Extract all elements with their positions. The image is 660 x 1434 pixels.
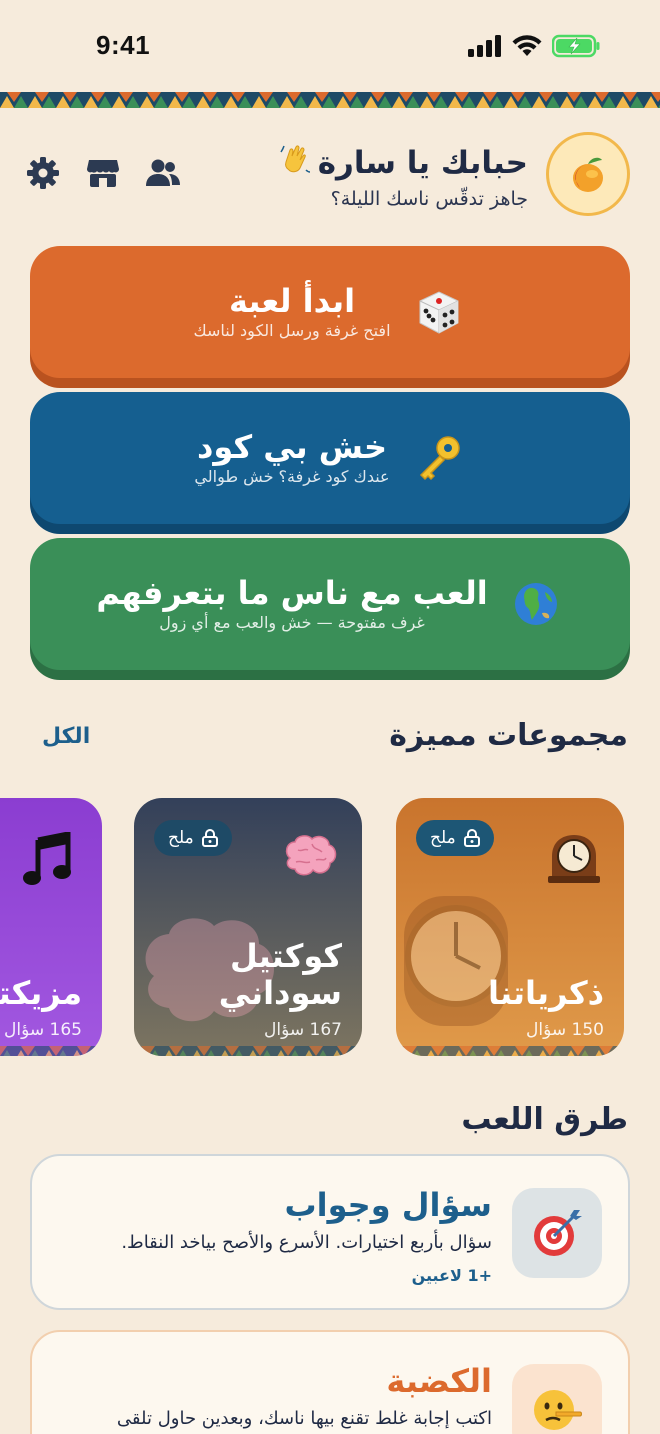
music-icon [23,832,71,885]
brain-icon [285,835,337,876]
badge-label: ملح [168,828,194,848]
decorative-pattern-strip [0,92,660,108]
card-pattern-strip [134,1046,362,1056]
wifi-icon [512,35,542,56]
greeting-title: حبابك يا سارة [278,142,528,184]
status-bar: 9:41 [0,0,660,92]
mode-card-bluff[interactable]: الكضبة اكتب إجابة غلط تقنع بيها ناسك، وب… [30,1330,630,1434]
collection-name: مزيكتنا [0,974,82,1013]
key-icon [410,430,466,486]
play-with-strangers-button[interactable]: العب مع ناس ما بتعرفهم غرف مفتوحة — خش و… [30,538,630,670]
collections-row[interactable]: ملح ذكرياتنا 150 سؤال ملح كوكتيل سوداني … [0,798,660,1068]
status-time: 9:41 [96,30,151,60]
collection-card-music[interactable]: مزيكتنا 165 سؤال [0,798,102,1056]
collection-name: ذكرياتنا [487,974,604,1013]
play-with-strangers-text: العب مع ناس ما بتعرفهم غرف مفتوحة — خش و… [96,573,488,633]
unlock-icon [463,829,480,847]
battery-icon [552,34,600,58]
play-with-strangers-title: العب مع ناس ما بتعرفهم [96,573,488,612]
play-with-strangers-subtitle: غرف مفتوحة — خش والعب مع أي زول [159,613,425,633]
collection-count: 167 سؤال [264,1020,342,1040]
waving-hand-icon [278,142,312,184]
join-with-code-subtitle: عندك كود غرفة؟ خش طوالي [194,467,390,487]
greeting-subtitle: جاهز تدقّس ناسك الليلة؟ [330,188,528,210]
status-icons [468,34,600,58]
avatar[interactable] [546,132,630,216]
collection-card-memories[interactable]: ملح ذكرياتنا 150 سؤال [396,798,624,1056]
dice-icon [411,284,467,340]
collection-name: كوكتيل سوداني [218,937,342,1013]
collection-count: 165 سؤال [4,1020,82,1040]
start-game-title: ابدأ لعبة [228,281,356,320]
collections-title: مجموعات مميزة [389,718,628,753]
card-pattern-strip [0,1046,102,1056]
lying-face-icon [512,1364,602,1434]
see-all-link[interactable]: الكل [42,724,90,749]
mode-description: اكتب إجابة غلط تقنع بيها ناسك، وبعدين حا… [116,1408,492,1429]
target-icon [512,1188,602,1278]
salt-badge: ملح [416,820,494,856]
signal-icon [468,35,501,57]
mode-title: سؤال وجواب [284,1186,492,1224]
store-icon[interactable] [84,154,122,192]
card-pattern-strip [396,1046,624,1056]
mode-title: الكضبة [386,1362,492,1400]
mode-description: سؤال بأربع اختيارات. الأسرع والأصح بياخد… [121,1232,492,1253]
start-game-text: ابدأ لعبة افتح غرفة ورسل الكود لناسك [193,281,391,341]
join-with-code-button[interactable]: خش بي كود عندك كود غرفة؟ خش طوالي [30,392,630,524]
mode-card-quiz[interactable]: سؤال وجواب سؤال بأربع اختيارات. الأسرع و… [30,1154,630,1310]
join-with-code-text: خش بي كود عندك كود غرفة؟ خش طوالي [194,427,390,487]
settings-icon[interactable] [24,154,62,192]
salt-badge: ملح [154,820,232,856]
header-actions [24,154,182,192]
clock-icon [548,835,600,883]
start-game-button[interactable]: ابدأ لعبة افتح غرفة ورسل الكود لناسك [30,246,630,378]
globe-icon [508,576,564,632]
badge-label: ملح [430,828,456,848]
greeting: حبابك يا سارة جاهز تدقّس ناسك الليلة؟ [278,142,528,210]
game-modes-title: طرق اللعب [461,1102,628,1137]
start-game-subtitle: افتح غرفة ورسل الكود لناسك [193,321,391,341]
friends-icon[interactable] [144,154,182,192]
clock-background-art [404,896,508,1026]
mango-icon [573,157,603,192]
join-with-code-title: خش بي كود [196,427,388,466]
collection-count: 150 سؤال [526,1020,604,1040]
mode-players: +1 لاعبين [411,1266,492,1285]
greeting-text: حبابك يا سارة [317,145,528,181]
collection-card-sudanese-cocktail[interactable]: ملح كوكتيل سوداني 167 سؤال [134,798,362,1056]
unlock-icon [201,829,218,847]
